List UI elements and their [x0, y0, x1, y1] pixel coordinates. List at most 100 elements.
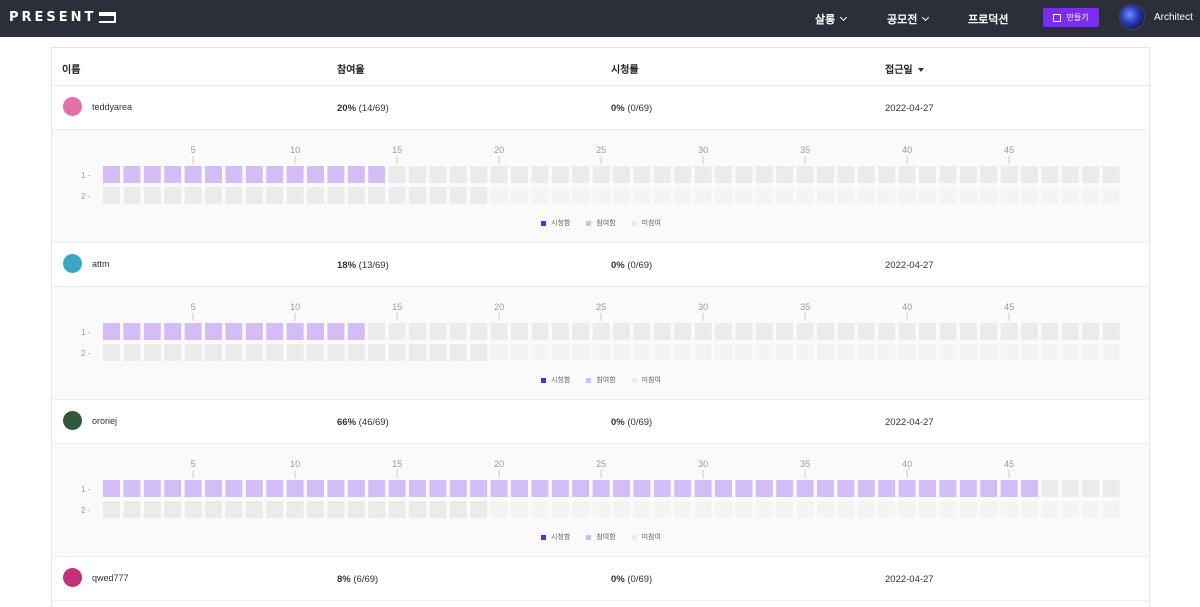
grid-cell[interactable]	[898, 166, 916, 183]
grid-cell[interactable]	[857, 501, 875, 518]
grid-cell-participated[interactable]	[898, 480, 916, 497]
grid-cell[interactable]	[470, 323, 488, 340]
grid-cell[interactable]	[1102, 187, 1120, 204]
grid-cell[interactable]	[980, 323, 998, 340]
grid-cell[interactable]	[755, 501, 773, 518]
grid-cell[interactable]	[511, 187, 528, 204]
grid-cell[interactable]	[1000, 187, 1018, 204]
grid-cell-participated[interactable]	[572, 480, 590, 497]
grid-cell-participated[interactable]	[205, 166, 222, 183]
grid-cell[interactable]	[1000, 501, 1018, 518]
grid-cell[interactable]	[123, 344, 141, 361]
grid-cell[interactable]	[164, 501, 182, 518]
grid-cell-participated[interactable]	[796, 480, 814, 497]
grid-cell[interactable]	[286, 501, 304, 518]
grid-cell-participated[interactable]	[123, 166, 141, 183]
grid-cell-participated[interactable]	[164, 480, 182, 497]
grid-cell[interactable]	[898, 187, 916, 204]
grid-cell[interactable]	[592, 501, 610, 518]
grid-cell[interactable]	[837, 166, 855, 183]
grid-cell[interactable]	[919, 501, 936, 518]
grid-cell[interactable]	[755, 166, 773, 183]
grid-cell[interactable]	[572, 323, 590, 340]
grid-cell[interactable]	[572, 344, 590, 361]
grid-cell[interactable]	[878, 323, 896, 340]
grid-cell[interactable]	[449, 166, 467, 183]
grid-cell-participated[interactable]	[245, 323, 263, 340]
grid-cell[interactable]	[245, 187, 263, 204]
grid-cell[interactable]	[103, 344, 120, 361]
grid-cell[interactable]	[184, 344, 202, 361]
grid-cell[interactable]	[123, 187, 141, 204]
grid-cell-participated[interactable]	[245, 480, 263, 497]
grid-cell[interactable]	[980, 187, 998, 204]
grid-cell[interactable]	[776, 166, 794, 183]
grid-cell[interactable]	[490, 501, 508, 518]
grid-cell[interactable]	[429, 323, 447, 340]
grid-cell[interactable]	[511, 501, 528, 518]
grid-cell[interactable]	[592, 166, 610, 183]
grid-cell[interactable]	[409, 501, 426, 518]
grid-cell[interactable]	[1082, 344, 1100, 361]
grid-cell[interactable]	[715, 501, 732, 518]
grid-cell[interactable]	[1041, 323, 1059, 340]
grid-cell-participated[interactable]	[205, 323, 222, 340]
grid-cell[interactable]	[694, 344, 712, 361]
grid-cell[interactable]	[1041, 187, 1059, 204]
grid-cell-participated[interactable]	[143, 323, 161, 340]
grid-cell[interactable]	[551, 187, 569, 204]
grid-cell-participated[interactable]	[368, 480, 386, 497]
grid-cell[interactable]	[429, 501, 447, 518]
grid-cell[interactable]	[572, 166, 590, 183]
grid-cell[interactable]	[715, 344, 732, 361]
grid-cell[interactable]	[388, 187, 406, 204]
grid-cell-participated[interactable]	[327, 480, 345, 497]
grid-cell[interactable]	[388, 501, 406, 518]
grid-cell-participated[interactable]	[551, 480, 569, 497]
grid-cell[interactable]	[388, 344, 406, 361]
grid-cell[interactable]	[796, 187, 814, 204]
grid-cell-participated[interactable]	[164, 323, 182, 340]
grid-cell[interactable]	[470, 166, 488, 183]
grid-cell-participated[interactable]	[327, 323, 345, 340]
grid-cell[interactable]	[878, 187, 896, 204]
grid-cell-participated[interactable]	[307, 166, 324, 183]
present-logo[interactable]: PRESENT	[9, 10, 117, 25]
grid-cell[interactable]	[653, 344, 671, 361]
grid-cell[interactable]	[103, 501, 120, 518]
grid-cell[interactable]	[449, 323, 467, 340]
grid-cell[interactable]	[776, 323, 794, 340]
grid-cell[interactable]	[796, 501, 814, 518]
grid-cell[interactable]	[266, 187, 284, 204]
grid-cell[interactable]	[857, 323, 875, 340]
grid-cell[interactable]	[449, 344, 467, 361]
grid-cell[interactable]	[286, 344, 304, 361]
grid-cell[interactable]	[531, 501, 549, 518]
grid-cell[interactable]	[1061, 187, 1079, 204]
grid-cell[interactable]	[613, 501, 630, 518]
grid-cell[interactable]	[613, 323, 630, 340]
grid-cell[interactable]	[1021, 323, 1038, 340]
grid-cell[interactable]	[755, 187, 773, 204]
grid-cell-participated[interactable]	[103, 166, 120, 183]
grid-cell-participated[interactable]	[715, 480, 732, 497]
grid-cell[interactable]	[939, 323, 957, 340]
grid-cell[interactable]	[1102, 344, 1120, 361]
grid-cell-participated[interactable]	[205, 480, 222, 497]
grid-cell[interactable]	[1061, 344, 1079, 361]
grid-cell-participated[interactable]	[103, 323, 120, 340]
grid-cell[interactable]	[531, 166, 549, 183]
grid-cell[interactable]	[551, 344, 569, 361]
grid-cell[interactable]	[755, 323, 773, 340]
grid-cell-participated[interactable]	[286, 166, 304, 183]
grid-cell[interactable]	[123, 501, 141, 518]
grid-cell[interactable]	[490, 166, 508, 183]
grid-cell-participated[interactable]	[531, 480, 549, 497]
grid-cell-participated[interactable]	[184, 166, 202, 183]
grid-cell[interactable]	[1102, 501, 1120, 518]
grid-cell[interactable]	[817, 501, 834, 518]
grid-cell-participated[interactable]	[225, 166, 243, 183]
grid-cell[interactable]	[715, 166, 732, 183]
grid-cell[interactable]	[735, 501, 753, 518]
username[interactable]: Architect	[1154, 12, 1193, 23]
